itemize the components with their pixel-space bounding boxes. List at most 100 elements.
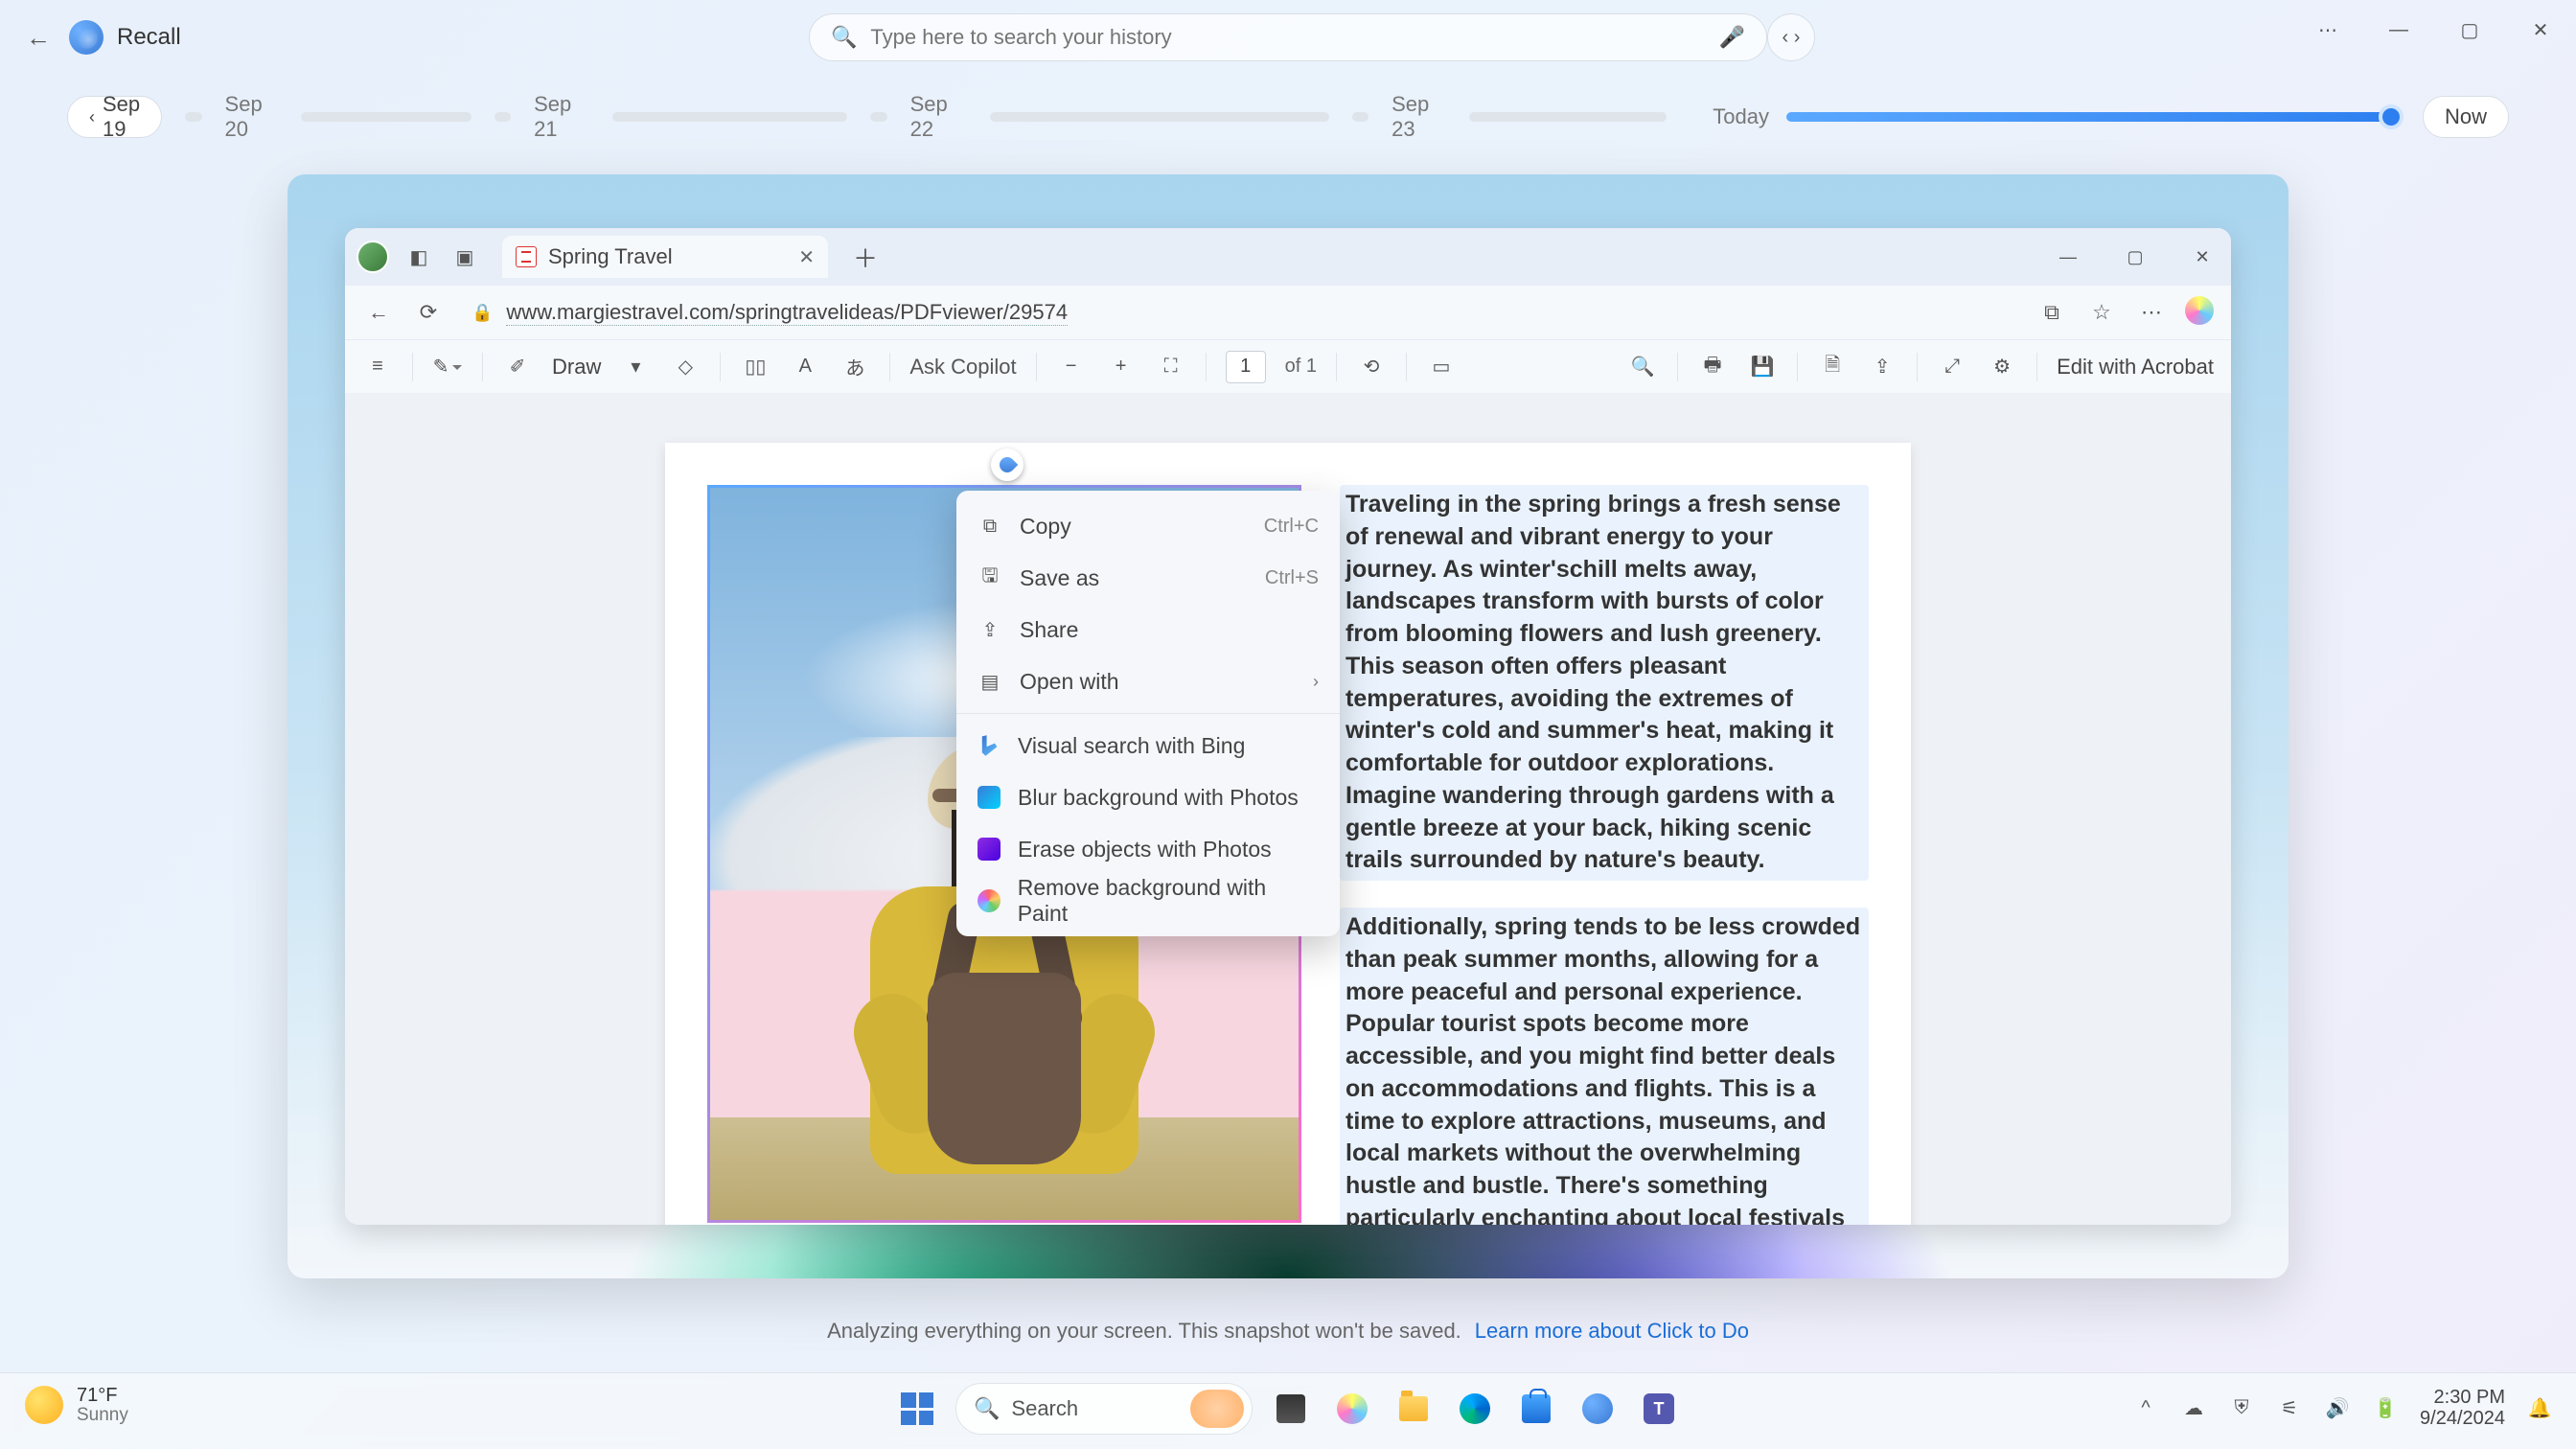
tab-actions-icon[interactable]: ▣ bbox=[448, 241, 481, 273]
fullscreen-icon[interactable]: ⤢ bbox=[1937, 352, 1967, 382]
share-pdf-icon[interactable]: ⇪ bbox=[1867, 352, 1898, 382]
weather-cond: Sunny bbox=[77, 1406, 128, 1426]
timeline-now-button[interactable]: Now bbox=[2423, 96, 2509, 138]
ctx-copy[interactable]: ⧉CopyCtrl+C bbox=[956, 500, 1340, 552]
timeline-active-segment[interactable] bbox=[1786, 112, 2400, 122]
tab-close-icon[interactable]: ✕ bbox=[798, 245, 815, 269]
timeline-segment[interactable] bbox=[1469, 112, 1668, 122]
back-button[interactable]: ← bbox=[19, 18, 58, 57]
browser-more-icon[interactable]: ⋯ bbox=[2135, 296, 2168, 329]
browser-maximize-icon[interactable]: ▢ bbox=[2116, 238, 2154, 276]
pdf-paragraph[interactable]: Additionally, spring tends to be less cr… bbox=[1340, 908, 1869, 1225]
security-icon[interactable]: ⛨ bbox=[2228, 1394, 2255, 1421]
timeline-segment[interactable] bbox=[870, 112, 886, 122]
timeline-date: Sep 20 bbox=[225, 92, 285, 142]
tray-chevron-icon[interactable]: ^ bbox=[2132, 1394, 2159, 1421]
onedrive-icon[interactable]: ☁ bbox=[2180, 1394, 2207, 1421]
workspaces-icon[interactable]: ◧ bbox=[402, 241, 435, 273]
address-bar[interactable]: 🔒 www.margiestravel.com/springtravelidea… bbox=[462, 293, 2005, 332]
history-search[interactable]: 🔍 🎤 bbox=[809, 13, 1767, 61]
start-button[interactable] bbox=[894, 1386, 940, 1432]
browser-minimize-icon[interactable]: — bbox=[2049, 238, 2087, 276]
timeline-segment[interactable] bbox=[494, 112, 511, 122]
store-icon[interactable] bbox=[1513, 1386, 1559, 1432]
highlight-icon[interactable]: ✎ bbox=[432, 352, 463, 382]
two-page-icon[interactable]: ▯▯ bbox=[740, 352, 770, 382]
expand-button[interactable]: ‹ › bbox=[1767, 13, 1815, 61]
text-size-icon[interactable]: A bbox=[790, 352, 820, 382]
erase-icon[interactable]: ◇ bbox=[670, 352, 701, 382]
history-search-input[interactable] bbox=[870, 25, 1718, 50]
teams-icon[interactable] bbox=[1636, 1386, 1682, 1432]
volume-icon[interactable]: 🔊 bbox=[2324, 1394, 2351, 1421]
ctx-visual-search-bing[interactable]: Visual search with Bing bbox=[956, 720, 1340, 771]
timeline-segment[interactable] bbox=[990, 112, 1329, 122]
edit-acrobat-button[interactable]: Edit with Acrobat bbox=[2057, 355, 2214, 380]
close-icon[interactable]: ✕ bbox=[2518, 8, 2563, 52]
add-text-icon[interactable]: 🗎 bbox=[1817, 352, 1848, 382]
translate-icon[interactable]: あ bbox=[840, 352, 870, 382]
browser-back-icon[interactable]: ← bbox=[362, 296, 395, 329]
weather-widget[interactable]: 71°FSunny bbox=[25, 1385, 128, 1426]
settings-icon[interactable]: ⚙ bbox=[1987, 352, 2017, 382]
timeline-start-date[interactable]: ‹Sep 19 bbox=[67, 96, 162, 138]
zoom-out-icon[interactable]: − bbox=[1056, 352, 1087, 382]
wifi-icon[interactable]: ⚟ bbox=[2276, 1394, 2303, 1421]
new-tab-button[interactable]: ＋ bbox=[849, 241, 882, 273]
contents-icon[interactable]: ≡ bbox=[362, 352, 393, 382]
chevron-left-icon: ‹ bbox=[89, 107, 95, 127]
timeline-thumb[interactable] bbox=[2379, 104, 2404, 129]
clock[interactable]: 2:30 PM9/24/2024 bbox=[2420, 1387, 2505, 1429]
save-icon[interactable]: 💾 bbox=[1747, 352, 1778, 382]
copy-icon: ⧉ bbox=[978, 514, 1002, 539]
open-with-icon: ▤ bbox=[978, 669, 1002, 694]
copilot-app-icon[interactable] bbox=[1575, 1386, 1621, 1432]
copilot-taskbar-icon[interactable] bbox=[1329, 1386, 1375, 1432]
timeline-segment[interactable] bbox=[1352, 112, 1368, 122]
draw-label[interactable]: Draw bbox=[552, 355, 601, 380]
draw-pen-icon[interactable]: ✐ bbox=[502, 352, 533, 382]
more-icon[interactable]: ⋯ bbox=[2306, 8, 2350, 52]
taskbar-search[interactable]: 🔍Search bbox=[955, 1383, 1253, 1435]
battery-icon[interactable]: 🔋 bbox=[2372, 1394, 2399, 1421]
ctx-open-with[interactable]: ▤Open with› bbox=[956, 656, 1340, 707]
ctx-save-as[interactable]: 🖫Save asCtrl+S bbox=[956, 552, 1340, 604]
edge-icon[interactable] bbox=[1452, 1386, 1498, 1432]
paint-icon bbox=[978, 889, 1000, 912]
ctx-remove-background-paint[interactable]: Remove background with Paint bbox=[956, 875, 1340, 927]
ask-copilot-button[interactable]: Ask Copilot bbox=[909, 355, 1016, 380]
footer-text: Analyzing everything on your screen. Thi… bbox=[827, 1319, 1461, 1344]
ctx-blur-background[interactable]: Blur background with Photos bbox=[956, 771, 1340, 823]
zoom-in-icon[interactable]: + bbox=[1106, 352, 1137, 382]
timeline[interactable]: ‹Sep 19 Sep 20 Sep 21 Sep 22 Sep 23 Toda… bbox=[67, 92, 2509, 142]
ctx-share[interactable]: ⇪Share bbox=[956, 604, 1340, 656]
pdf-paragraph[interactable]: Traveling in the spring brings a fresh s… bbox=[1340, 485, 1869, 881]
lock-icon[interactable]: 🔒 bbox=[472, 303, 493, 323]
favorite-icon[interactable]: ☆ bbox=[2085, 296, 2118, 329]
print-icon[interactable]: 🖶 bbox=[1697, 352, 1728, 382]
task-view-icon[interactable] bbox=[1268, 1386, 1314, 1432]
read-aloud-icon[interactable]: ▭ bbox=[1426, 352, 1457, 382]
notifications-icon[interactable]: 🔔 bbox=[2526, 1394, 2553, 1421]
page-number-input[interactable]: 1 bbox=[1226, 351, 1266, 383]
timeline-segment[interactable] bbox=[301, 112, 471, 122]
timeline-segment[interactable] bbox=[612, 112, 848, 122]
browser-close-icon[interactable]: ✕ bbox=[2183, 238, 2221, 276]
fit-page-icon[interactable]: ⛶ bbox=[1156, 352, 1186, 382]
find-icon[interactable]: 🔍 bbox=[1627, 352, 1658, 382]
browser-refresh-icon[interactable]: ⟳ bbox=[412, 296, 445, 329]
minimize-icon[interactable]: — bbox=[2377, 8, 2421, 52]
browser-tab[interactable]: Spring Travel ✕ bbox=[502, 236, 828, 278]
collections-icon[interactable]: ⧉ bbox=[2036, 296, 2068, 329]
maximize-icon[interactable]: ▢ bbox=[2448, 8, 2492, 52]
footer-learn-more-link[interactable]: Learn more about Click to Do bbox=[1475, 1319, 1749, 1344]
mic-icon[interactable]: 🎤 bbox=[1719, 25, 1745, 50]
copilot-icon[interactable] bbox=[2185, 296, 2214, 325]
ctx-erase-objects[interactable]: Erase objects with Photos bbox=[956, 823, 1340, 875]
draw-dropdown-icon[interactable]: ▾ bbox=[620, 352, 651, 382]
timeline-segment[interactable] bbox=[185, 112, 201, 122]
profile-avatar-icon[interactable] bbox=[356, 241, 389, 273]
file-explorer-icon[interactable] bbox=[1391, 1386, 1437, 1432]
date-label: 9/24/2024 bbox=[2420, 1408, 2505, 1429]
rotate-icon[interactable]: ⟲ bbox=[1356, 352, 1387, 382]
